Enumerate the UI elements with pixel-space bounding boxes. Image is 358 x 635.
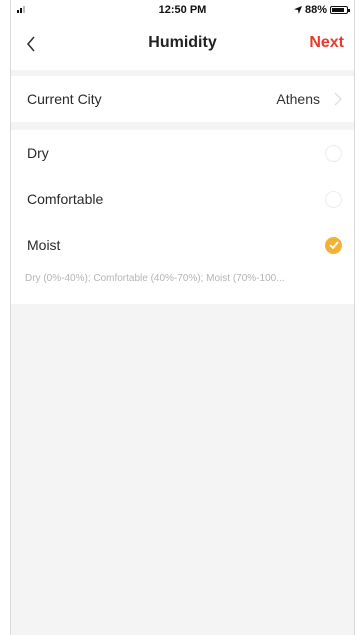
option-comfortable[interactable]: Comfortable [11, 176, 354, 222]
option-label: Comfortable [27, 191, 104, 207]
radio-dry[interactable] [325, 144, 342, 162]
battery-percent: 88% [304, 4, 327, 16]
page-title: Humidity [148, 34, 217, 51]
screen: 12:50 PM 88% Humidity Next Current City … [10, 0, 355, 635]
option-moist[interactable]: Moist [11, 222, 354, 268]
battery-icon [330, 6, 350, 14]
humidity-range-hint: Dry (0%-40%); Comfortable (40%-70%); Moi… [11, 268, 354, 304]
status-right: 88% [293, 4, 350, 16]
radio-moist[interactable] [325, 236, 342, 254]
battery-fill [332, 8, 345, 12]
location-arrow-icon [293, 6, 302, 14]
current-city-value: Athens [276, 91, 320, 107]
status-bar: 12:50 PM 88% [11, 0, 354, 20]
option-label: Moist [27, 237, 61, 253]
current-city-row[interactable]: Current City Athens [11, 76, 354, 122]
radio-comfortable[interactable] [325, 190, 342, 208]
humidity-options: Dry Comfortable Moist Dry (0%-40%); Comf… [11, 130, 354, 304]
chevron-right-icon [334, 92, 342, 106]
current-city-label: Current City [27, 91, 102, 107]
checkmark-icon [328, 241, 339, 249]
next-button[interactable]: Next [309, 34, 344, 52]
option-dry[interactable]: Dry [11, 130, 354, 176]
option-label: Dry [27, 145, 49, 161]
nav-bar: Humidity Next [11, 20, 354, 70]
